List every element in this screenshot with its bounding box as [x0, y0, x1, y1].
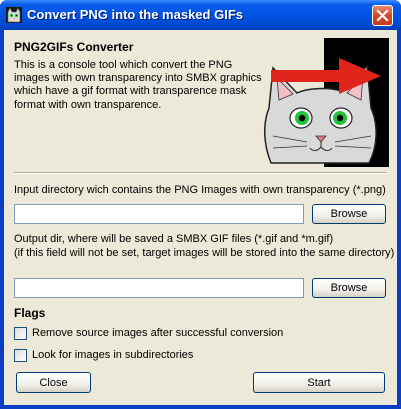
remove-source-checkbox[interactable] [14, 327, 27, 340]
close-button[interactable]: Close [16, 372, 91, 393]
output-dir-label: Output dir, where will be saved a SMBX G… [14, 233, 395, 259]
dialog-window: Convert PNG into the masked GIFs PNG2GIF… [0, 0, 401, 409]
start-button[interactable]: Start [253, 372, 385, 393]
flags-heading: Flags [14, 306, 46, 320]
close-icon [376, 9, 389, 22]
input-browse-button[interactable]: Browse [312, 204, 386, 224]
output-dir-field[interactable] [14, 278, 304, 298]
input-dir-field[interactable] [14, 204, 304, 224]
output-browse-button[interactable]: Browse [312, 278, 386, 298]
close-button-label: Close [39, 377, 68, 389]
window-close-button[interactable] [372, 5, 393, 26]
window-title: Convert PNG into the masked GIFs [27, 7, 243, 22]
subdirectories-checkbox[interactable] [14, 349, 27, 362]
output-browse-label: Browse [330, 282, 368, 294]
subdirectories-label: Look for images in subdirectories [32, 349, 194, 361]
header-separator [14, 172, 387, 174]
input-browse-label: Browse [330, 208, 368, 220]
cat-icon [6, 7, 22, 23]
input-dir-label: Input directory wich contains the PNG Im… [14, 184, 386, 196]
app-description: This is a console tool which convert the… [14, 59, 262, 111]
title-bar[interactable]: Convert PNG into the masked GIFs [0, 0, 401, 30]
remove-source-label: Remove source images after successful co… [32, 327, 284, 339]
cat-with-arrow-illustration [264, 38, 389, 167]
app-heading: PNG2GIFs Converter [14, 40, 134, 54]
dialog-body: PNG2GIFs Converter This is a console too… [4, 30, 397, 405]
start-button-label: Start [307, 377, 331, 389]
